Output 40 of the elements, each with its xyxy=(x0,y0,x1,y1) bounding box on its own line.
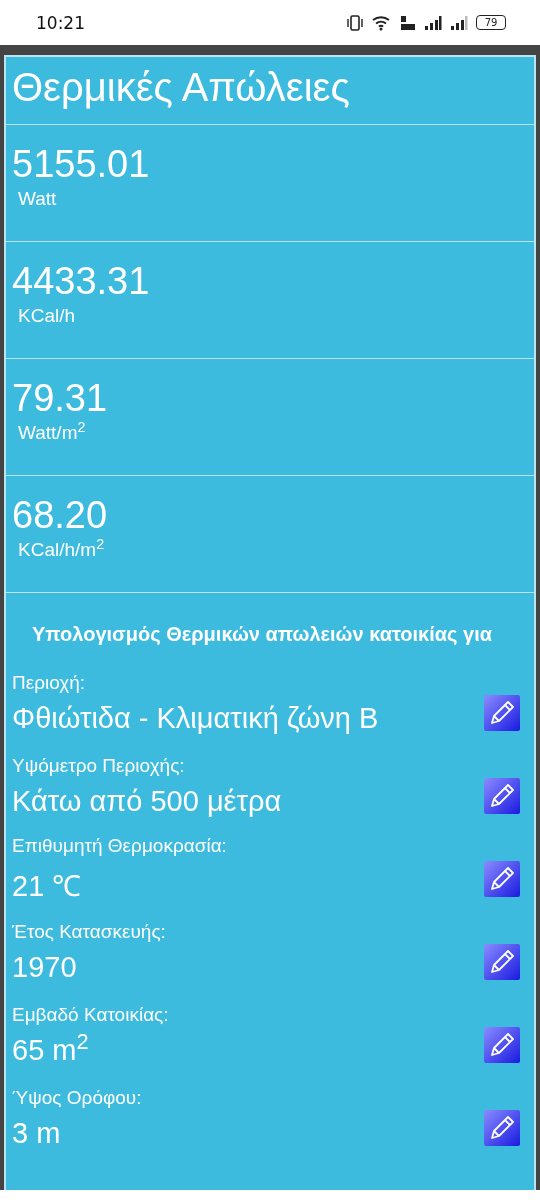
field-value: Φθιώτιδα - Κλιματική ζώνη Β xyxy=(12,702,380,735)
field-value: 1970 xyxy=(12,951,78,984)
wifi-icon xyxy=(372,14,392,31)
section-heading: Υπολογισμός Θερμικών απωλειών κατοικίας για xyxy=(31,622,493,647)
result-unit: Watt xyxy=(18,188,58,210)
signal-icon xyxy=(424,15,442,30)
pencil-icon xyxy=(484,1026,520,1063)
edit-button[interactable] xyxy=(484,1026,520,1063)
edit-button[interactable] xyxy=(484,777,520,814)
pencil-icon xyxy=(484,860,520,897)
result-unit: Watt/m$^{2}$ xyxy=(18,422,87,444)
edit-button[interactable] xyxy=(484,860,520,897)
vibrate-icon xyxy=(346,14,364,31)
edit-button[interactable] xyxy=(484,1109,520,1146)
field-label: Περιοχή: xyxy=(12,672,87,694)
result-value: 4433.31 xyxy=(12,260,151,303)
field-value: 21 ℃ xyxy=(12,869,83,904)
edit-button[interactable] xyxy=(484,694,520,731)
field-value: 65 m$^{2}$ xyxy=(12,1034,90,1067)
field-label: Έτος Κατασκευής: xyxy=(12,921,167,943)
pencil-icon xyxy=(484,1109,520,1146)
result-value: 79.31 xyxy=(12,377,109,420)
pencil-icon xyxy=(484,694,520,731)
field-label: Εμβαδό Κατοικίας: xyxy=(12,1004,170,1026)
signal-icon xyxy=(450,15,468,30)
pencil-icon xyxy=(484,777,520,814)
field-value: 3 m xyxy=(12,1117,62,1150)
result-value: 5155.01 xyxy=(12,143,151,186)
result-value: 68.20 xyxy=(12,494,109,537)
app-title: Θερμικές Απώλειες xyxy=(6,57,534,125)
edit-button[interactable] xyxy=(484,943,520,980)
result-unit: KCal/h/m$^{2}$ xyxy=(18,539,106,561)
status-time: 10:21 xyxy=(36,12,86,33)
pencil-icon xyxy=(484,943,520,980)
field-label: Ύψος Ορόφου: xyxy=(12,1087,143,1109)
battery-level: 79 xyxy=(476,15,506,30)
field-label: Υψόμετρο Περιοχής: xyxy=(12,755,186,777)
field-label: Επιθυμητή Θερμοκρασία: xyxy=(12,835,228,857)
result-unit: KCal/h xyxy=(18,305,77,327)
field-value: Κάτω από 500 μέτρα xyxy=(12,785,283,818)
